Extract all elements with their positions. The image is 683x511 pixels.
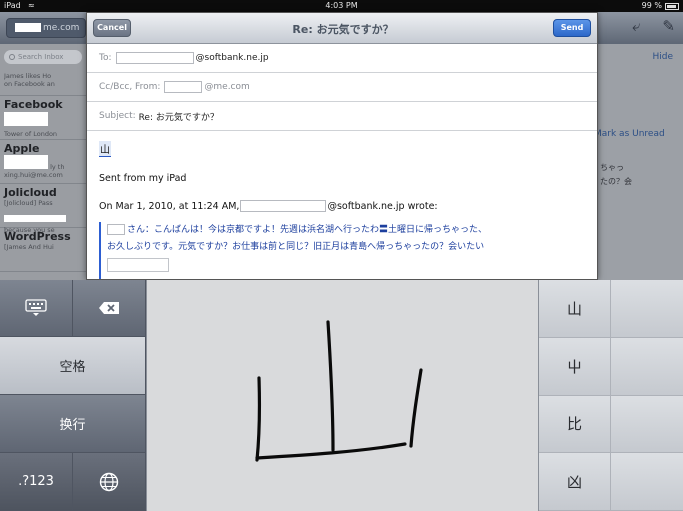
redacted-text [4, 215, 66, 222]
to-domain: @softbank.ne.jp [195, 53, 269, 63]
subject-label: Subject: [99, 111, 136, 121]
keyboard-hide-icon [25, 299, 47, 316]
redacted-account [15, 23, 41, 32]
quote-header: On Mar 1, 2010, at 11:24 AM, @softbank.n… [99, 200, 585, 212]
inbox-sender: Facebook [4, 98, 63, 111]
candidate-list: 山 屮 比 凶 [539, 280, 683, 511]
compose-sheet: Cancel Re: お元気ですか？ Send To: @softbank.ne… [86, 12, 598, 280]
list-item[interactable]: WordPress [James And Hui [0, 228, 86, 272]
inbox-search-input[interactable]: Search Inbox [4, 50, 82, 64]
message-pane: Hide Mark as Unread ちゃっ たの？会 [598, 44, 683, 280]
compose-icon[interactable]: ✎ [662, 17, 675, 35]
mail-actions: ⤶ ✎ [632, 17, 675, 35]
inbox-preview-row: ly th [4, 155, 82, 171]
cc-from-label: Cc/Bcc, From: [99, 82, 161, 92]
reply-icon[interactable]: ⤶ [632, 17, 640, 35]
inbox-preview-line: Tower of London [4, 130, 58, 138]
inbox-preview-line: ly th [50, 163, 65, 171]
candidate-empty [611, 337, 683, 396]
cc-from-field[interactable]: Cc/Bcc, From: @me.com [87, 73, 597, 102]
subject-field[interactable]: Subject: Re: お元気ですか？ [87, 102, 597, 131]
inbox-sender: Jolicloud [4, 186, 57, 199]
inbox-sender: Apple [4, 142, 40, 155]
redacted-name [107, 224, 125, 235]
battery-indicator: 99 % [642, 0, 679, 12]
list-item[interactable]: James likes Ho on Facebook an [0, 70, 86, 96]
quote-line: お久しぶりです。元気ですか？お仕事は前と同じ？旧正月は青島へ帰っちゃったの？会い… [107, 242, 485, 252]
redacted-text [4, 112, 48, 126]
hide-keyboard-button[interactable] [0, 280, 73, 337]
delete-button[interactable] [73, 280, 146, 337]
inbox-preview-line: on Facebook an [4, 80, 55, 88]
candidate-item[interactable]: 比 [539, 395, 611, 454]
handwriting-stroke [255, 320, 423, 462]
send-button[interactable]: Send [553, 19, 591, 37]
inbox-preview-line: [Jolicloud] Pass [4, 199, 53, 207]
signature: Sent from my iPad [99, 173, 187, 184]
quote-header-prefix: On Mar 1, 2010, at 11:24 AM, [99, 200, 240, 212]
to-label: To: [99, 53, 112, 63]
list-item[interactable]: Jolicloud [Jolicloud] Pass because you s… [0, 184, 86, 234]
candidate-item[interactable]: 山 [539, 280, 611, 338]
candidate-empty [611, 395, 683, 454]
redacted-block [107, 258, 169, 272]
quote-header-suffix: @softbank.ne.jp wrote: [327, 200, 438, 212]
redacted-recipient [115, 52, 194, 64]
marked-text: 山 [99, 141, 111, 157]
candidate-empty [611, 280, 683, 338]
candidate-item[interactable]: 屮 [539, 337, 611, 396]
message-body[interactable]: 山 Sent from my iPad On Mar 1, 2010, at 1… [87, 131, 597, 279]
battery-percent: 99 % [641, 1, 662, 10]
handwriting-pad[interactable] [146, 280, 539, 511]
message-snippet: たの？会 [600, 177, 632, 186]
list-item[interactable]: Apple ly th xing.hui@me.com [0, 140, 86, 184]
mark-unread-link[interactable]: Mark as Unread [598, 129, 665, 139]
globe-key[interactable] [73, 453, 146, 511]
from-domain: @me.com [204, 82, 250, 92]
message-snippet: ちゃっ [600, 163, 624, 172]
status-bar: iPad ≈ 4:03 PM 99 % [0, 0, 683, 12]
redacted-text [4, 155, 48, 169]
numbers-key[interactable]: .?123 [0, 453, 73, 511]
handwriting-keyboard: 空格 换行 .?123 山 屮 比 凶 [0, 280, 683, 511]
inbox-preview-line: [James And Hui [4, 243, 54, 251]
list-item[interactable]: Facebook Tower of London [0, 96, 86, 140]
subject-value: Re: お元気ですか？ [138, 112, 219, 123]
candidate-item[interactable]: 凶 [539, 453, 611, 511]
quote-line-text: さん：こんばんは！今は京都ですよ！先週は浜名湖へ行ったわ〓土曜日に帰っちゃった、 [127, 225, 488, 235]
candidate-empty [611, 453, 683, 511]
inbox-list: Search Inbox James likes Ho on Facebook … [0, 44, 86, 280]
compose-toolbar: Cancel Re: お元気ですか？ Send [87, 13, 597, 44]
quoted-message: さん：こんばんは！今は京都ですよ！先週は浜名湖へ行ったわ〓土曜日に帰っちゃった、… [99, 222, 585, 279]
to-field[interactable]: To: @softbank.ne.jp [87, 44, 597, 73]
battery-icon [665, 2, 679, 10]
mailbox-back-button[interactable]: me.com [6, 18, 86, 38]
compose-title: Re: お元気ですか？ [292, 23, 394, 36]
return-key[interactable]: 换行 [0, 395, 146, 453]
backspace-icon [99, 302, 119, 314]
redacted-sender [164, 81, 203, 93]
quote-line: さん：こんばんは！今は京都ですよ！先週は浜名湖へ行ったわ〓土曜日に帰っちゃった、 [107, 222, 585, 239]
inbox-preview-line: xing.hui@me.com [4, 171, 63, 179]
inbox-sender: WordPress [4, 230, 71, 243]
hide-link[interactable]: Hide [652, 52, 673, 62]
globe-icon [99, 472, 119, 491]
inbox-preview-line: James likes Ho [4, 72, 52, 80]
space-key[interactable]: 空格 [0, 337, 146, 395]
back-button-label: me.com [43, 23, 80, 33]
redacted-email [240, 200, 327, 212]
status-time: 4:03 PM [325, 1, 358, 10]
